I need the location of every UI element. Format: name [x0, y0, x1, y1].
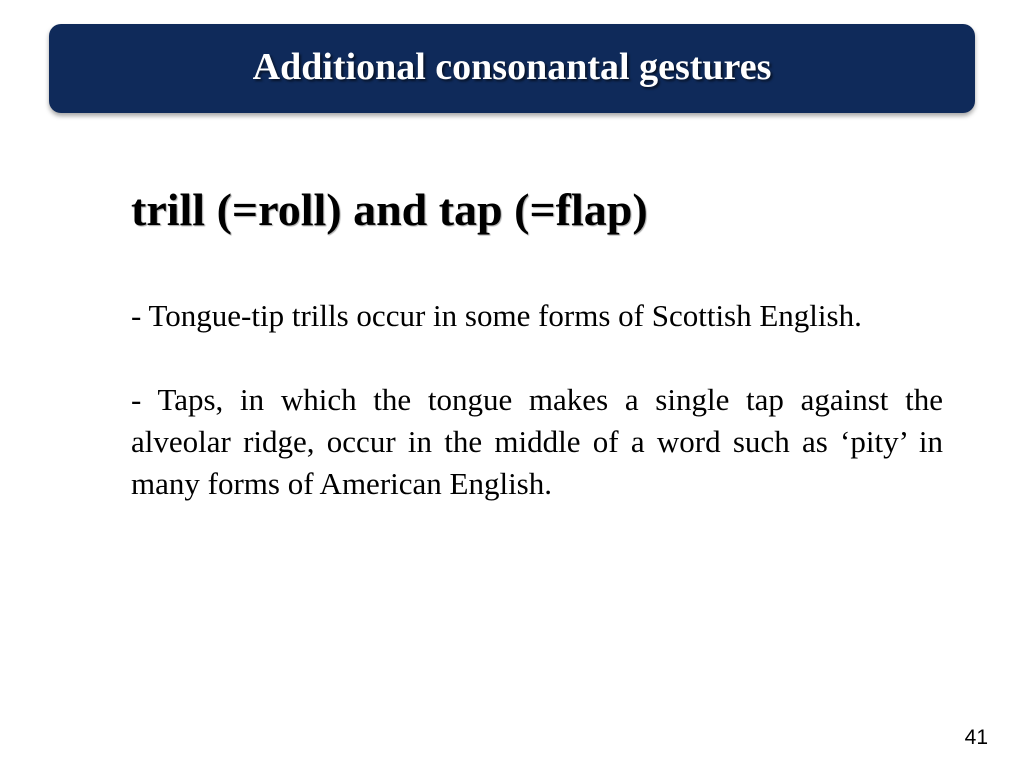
slide-title: Additional consonantal gestures [252, 45, 772, 88]
page-number: 41 [964, 726, 988, 749]
paragraph-taps: - Taps, in which the tongue makes a sing… [131, 382, 943, 501]
paragraph-trills: - Tongue-tip trills occur in some forms … [131, 298, 862, 333]
slide-content: trill (=roll) and tap (=flap) - Tongue-t… [131, 180, 943, 505]
slide-heading: trill (=roll) and tap (=flap) [131, 184, 648, 235]
title-banner: Additional consonantal gestures [49, 24, 975, 113]
